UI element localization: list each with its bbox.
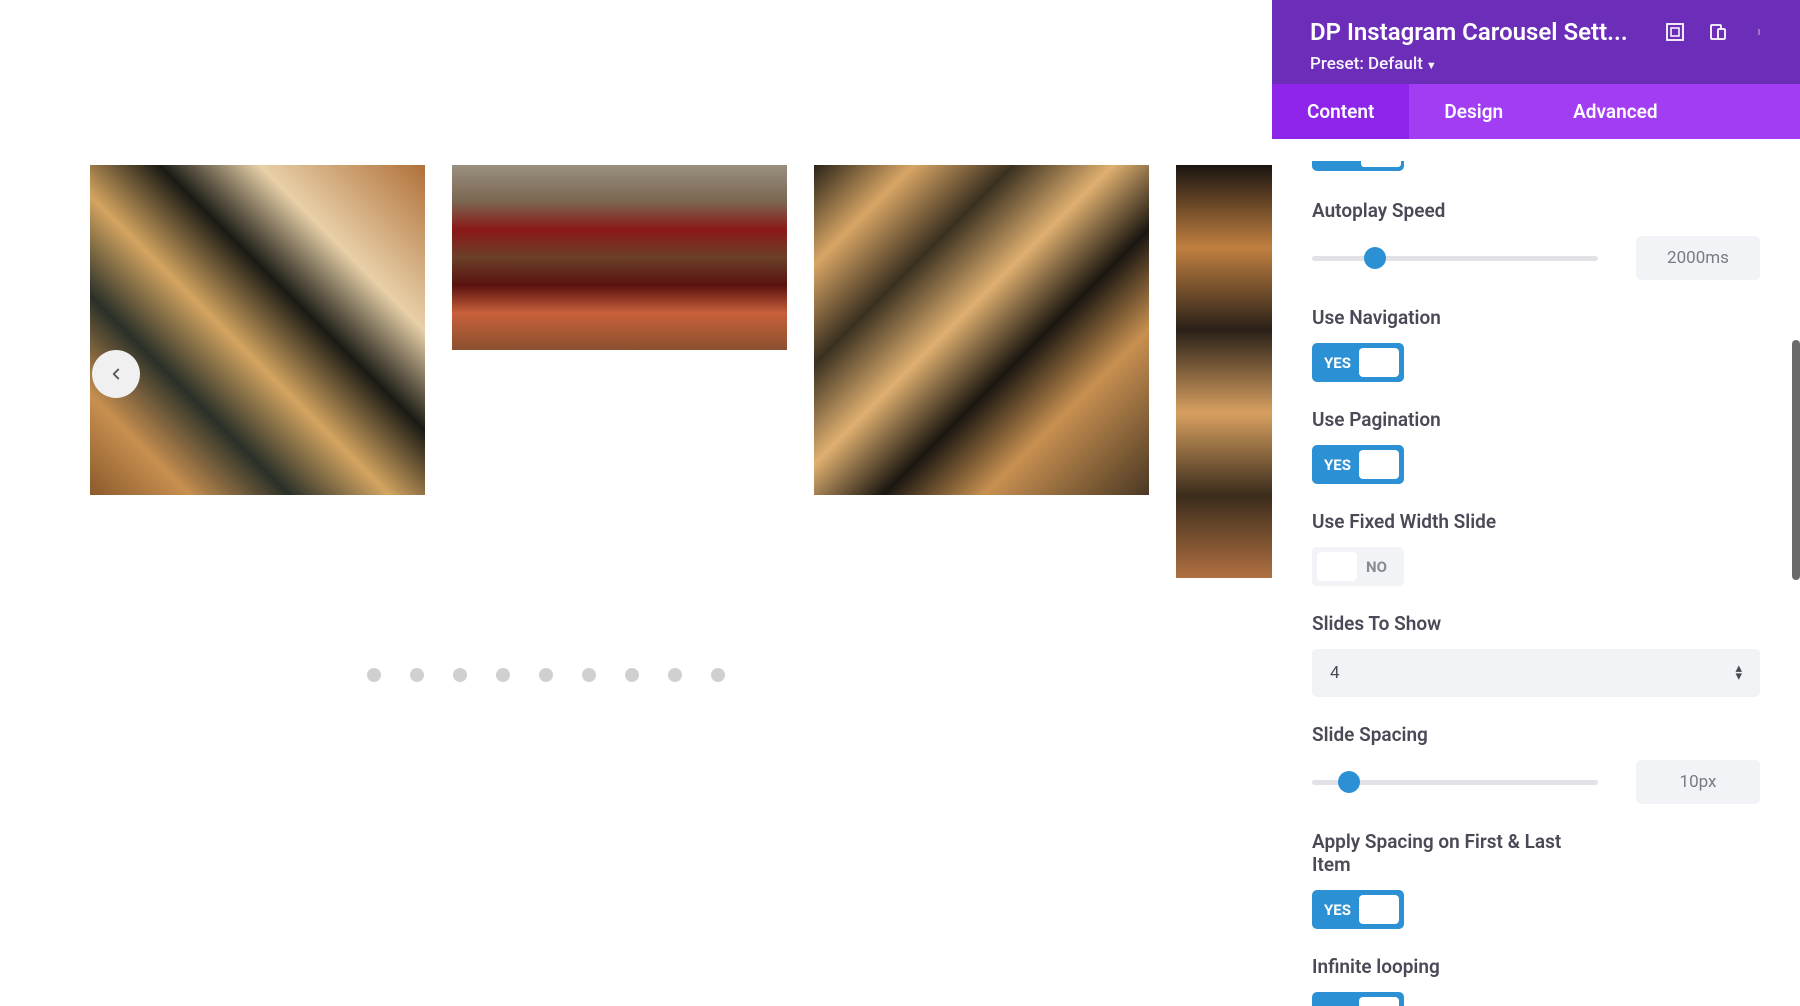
toggle-knob: [1317, 552, 1357, 581]
carousel-pagination: [367, 668, 725, 682]
more-icon[interactable]: [1752, 23, 1770, 41]
slide-spacing-label: Slide Spacing: [1312, 723, 1760, 746]
pagination-dot[interactable]: [711, 668, 725, 682]
carousel-slide[interactable]: [814, 165, 1149, 495]
toggle-knob: [1359, 450, 1399, 479]
slides-to-show-label: Slides To Show: [1312, 612, 1760, 635]
toggle-knob: [1359, 348, 1399, 377]
responsive-icon[interactable]: [1709, 23, 1727, 41]
toggle-state: YES: [1312, 1003, 1351, 1006]
toggle-state: YES: [1312, 456, 1351, 474]
apply-spacing-label: Apply Spacing on First & Last Item: [1312, 830, 1592, 876]
settings-tabs: Content Design Advanced: [1272, 84, 1800, 139]
use-pagination-label: Use Pagination: [1312, 408, 1760, 431]
preset-label: Preset: Default: [1310, 54, 1423, 74]
carousel-prev-button[interactable]: [92, 350, 140, 398]
autoplay-speed-value[interactable]: 2000ms: [1636, 236, 1760, 280]
carousel-slide[interactable]: [452, 165, 787, 350]
settings-sidebar: DP Instagram Carousel Sett... Preset: De…: [1272, 0, 1800, 1006]
carousel-container: [90, 165, 1272, 578]
expand-icon[interactable]: [1666, 23, 1684, 41]
tab-content[interactable]: Content: [1272, 84, 1409, 139]
infinite-loop-toggle[interactable]: YES: [1312, 992, 1404, 1006]
carousel-slide[interactable]: [1176, 165, 1272, 578]
pagination-dot[interactable]: [668, 668, 682, 682]
use-navigation-label: Use Navigation: [1312, 306, 1760, 329]
settings-panel[interactable]: Autoplay Speed 2000ms Use Navigation YES…: [1272, 139, 1800, 1006]
use-pagination-toggle[interactable]: YES: [1312, 445, 1404, 484]
pagination-dot[interactable]: [582, 668, 596, 682]
tab-design[interactable]: Design: [1409, 84, 1538, 139]
select-value: 4: [1330, 663, 1340, 683]
fixed-width-label: Use Fixed Width Slide: [1312, 510, 1760, 533]
autoplay-speed-label: Autoplay Speed: [1312, 199, 1760, 222]
autoplay-speed-slider[interactable]: [1312, 256, 1598, 261]
pagination-dot[interactable]: [367, 668, 381, 682]
select-caret-icon: ▴▾: [1735, 665, 1742, 681]
canvas-preview: [0, 0, 1272, 1006]
sidebar-header: DP Instagram Carousel Sett... Preset: De…: [1272, 0, 1800, 84]
slide-spacing-slider[interactable]: [1312, 780, 1598, 785]
slider-thumb[interactable]: [1364, 247, 1386, 269]
slider-thumb[interactable]: [1338, 771, 1360, 793]
toggle-state: YES: [1312, 354, 1351, 372]
infinite-loop-label: Infinite looping: [1312, 955, 1760, 978]
module-title: DP Instagram Carousel Sett...: [1310, 18, 1651, 46]
slides-to-show-select[interactable]: 4 ▴▾: [1312, 649, 1760, 697]
scrollbar-thumb[interactable]: [1792, 340, 1800, 580]
preset-selector[interactable]: Preset: Default▼: [1310, 54, 1770, 74]
use-navigation-toggle[interactable]: YES: [1312, 343, 1404, 382]
pagination-dot[interactable]: [625, 668, 639, 682]
pagination-dot[interactable]: [453, 668, 467, 682]
apply-spacing-toggle[interactable]: YES: [1312, 890, 1404, 929]
toggle-state: YES: [1312, 901, 1351, 919]
slide-spacing-value[interactable]: 10px: [1636, 760, 1760, 804]
toggle-clipped[interactable]: [1312, 161, 1404, 171]
tab-advanced[interactable]: Advanced: [1538, 84, 1692, 139]
fixed-width-toggle[interactable]: NO: [1312, 547, 1404, 586]
pagination-dot[interactable]: [410, 668, 424, 682]
chevron-left-icon: [107, 365, 125, 383]
carousel-slide[interactable]: [90, 165, 425, 495]
toggle-knob: [1359, 997, 1399, 1006]
pagination-dot[interactable]: [539, 668, 553, 682]
toggle-knob: [1359, 895, 1399, 924]
pagination-dot[interactable]: [496, 668, 510, 682]
